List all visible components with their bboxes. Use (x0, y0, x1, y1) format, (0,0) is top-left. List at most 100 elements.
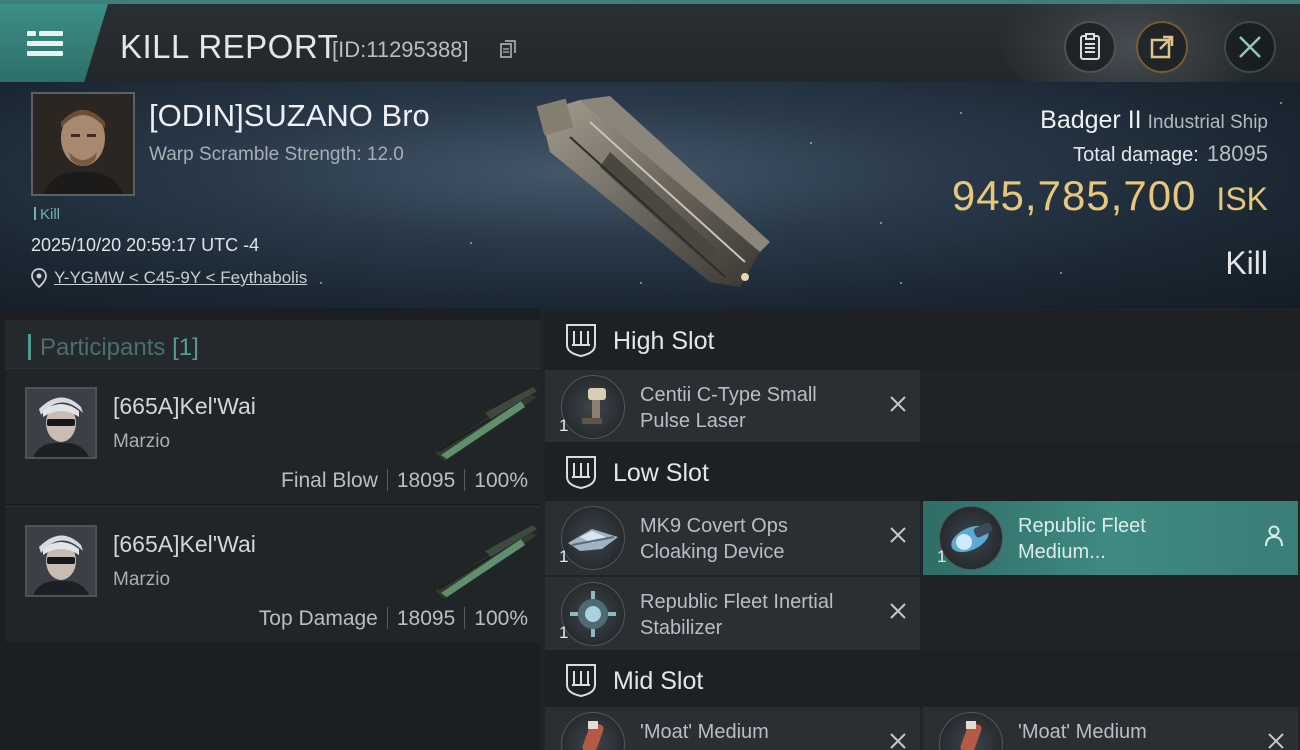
cloaking-device-icon (568, 529, 618, 551)
victim-avatar[interactable] (31, 92, 135, 196)
destroyed-x-icon (890, 603, 906, 619)
module-name: Centii C-Type Small Pulse Laser (640, 384, 817, 432)
participants-label: Participants (40, 334, 166, 361)
participant-damage: 18095 (396, 469, 456, 492)
module-icon (561, 582, 625, 646)
high-slot-icon (566, 324, 596, 357)
hamburger-menu-icon (27, 31, 63, 57)
victim-ship-image[interactable] (520, 82, 780, 308)
module-item[interactable]: 1 'Moat' Medium (923, 707, 1298, 750)
participant-percent: 100% (474, 469, 528, 492)
header-accent-bar (28, 334, 31, 360)
module-item[interactable]: 1 MK9 Covert Ops Cloaking Device (545, 501, 920, 575)
location-pin-icon (31, 268, 47, 288)
fleet-module-icon (951, 522, 993, 553)
participant-role: Final Blow (281, 469, 378, 492)
total-damage: Total damage: 18095 (1073, 141, 1268, 167)
title-bar: KILL REPORT [ID:11295388] (0, 0, 1300, 82)
participant-role: Top Damage (258, 607, 378, 630)
destroyed-x-icon (890, 733, 906, 749)
share-button[interactable] (1136, 21, 1188, 73)
participant-row[interactable]: [665A]Kel'Wai Marzio Top Damage 18095 100% (5, 506, 540, 642)
location-link[interactable]: Y-YGMW < C45-9Y < Feythabolis (54, 268, 307, 288)
close-icon (1239, 36, 1261, 58)
ship-name[interactable]: Badger II (1040, 106, 1141, 134)
module-quantity: 1 (559, 547, 569, 566)
close-button[interactable] (1224, 21, 1276, 73)
destroyed-x-icon (890, 527, 906, 543)
participant-name[interactable]: [665A]Kel'Wai (113, 393, 256, 420)
participant-avatar[interactable] (25, 387, 97, 459)
module-name: Republic Fleet Medium... (1018, 515, 1146, 563)
high-slot-title: High Slot (613, 327, 715, 355)
isk-unit: ISK (1216, 181, 1268, 217)
isk-value: 945,785,700 ISK (952, 172, 1268, 220)
low-slot-title: Low Slot (613, 459, 709, 487)
page-title: KILL REPORT (120, 28, 339, 65)
module-quantity: 1 (559, 416, 569, 435)
module-item[interactable]: 1 'Moat' Medium (545, 707, 920, 750)
participant-avatar[interactable] (25, 525, 97, 597)
total-damage-value: 18095 (1206, 141, 1268, 166)
copy-icon[interactable] (500, 40, 516, 58)
ship-class: Industrial Ship (1147, 112, 1268, 133)
participant-portrait (27, 527, 95, 595)
mid-slot-title: Mid Slot (613, 667, 704, 695)
participant-corp: Marzio (113, 569, 171, 590)
participant-row[interactable]: [665A]Kel'Wai Marzio Final Blow 18095 100% (5, 368, 540, 504)
participant-corp: Marzio (113, 431, 171, 452)
report-result: Kill (1225, 245, 1268, 281)
report-id: [ID:11295388] (332, 37, 469, 62)
participant-damage: 18095 (396, 607, 456, 630)
participant-stats: Top Damage 18095 100% (259, 607, 528, 631)
participants-header: Participants [1] (5, 320, 540, 374)
participant-ship-image[interactable] (425, 521, 540, 601)
module-name: MK9 Covert Ops Cloaking Device (640, 515, 788, 563)
person-icon (1265, 525, 1283, 547)
planet-backdrop (1000, 4, 1260, 82)
participant-name[interactable]: [665A]Kel'Wai (113, 531, 256, 558)
module-icon (939, 712, 1003, 750)
module-icon (561, 712, 625, 750)
low-slot-header: Low Slot (545, 442, 1300, 502)
clipboard-button[interactable] (1064, 21, 1116, 73)
module-item[interactable]: 1 Centii C-Type Small Pulse Laser (545, 370, 920, 444)
victim-name[interactable]: [ODIN]SUZANO Bro (149, 98, 430, 134)
victim-portrait (33, 94, 133, 194)
participant-portrait (27, 389, 95, 457)
kill-tag: Kill (34, 206, 60, 223)
ship-name-line: Badger II Industrial Ship (1040, 106, 1268, 135)
participant-percent: 100% (474, 607, 528, 630)
participant-stats: Final Blow 18095 100% (281, 469, 528, 493)
module-name: Republic Fleet Inertial Stabilizer (640, 591, 834, 639)
share-icon (1150, 35, 1174, 59)
module-quantity: 1 (559, 623, 569, 642)
fitting-panel: High Slot 1 Centii C-Type Small Pulse La… (540, 308, 1300, 750)
module-item[interactable]: 1 Republic Fleet Inertial Stabilizer (545, 577, 920, 651)
participant-ship-image[interactable] (425, 383, 540, 463)
mid-slot-header: Mid Slot (545, 650, 1300, 710)
module-item-dropped[interactable]: 1 Republic Fleet Medium... (923, 501, 1298, 575)
participants-title: Participants [1] (40, 334, 199, 362)
inertial-stabilizer-icon (570, 591, 616, 637)
isk-amount: 945,785,700 (951, 172, 1197, 219)
total-damage-label: Total damage: (1073, 144, 1199, 166)
pulse-laser-icon (582, 388, 606, 424)
destroyed-x-icon (1268, 733, 1284, 749)
module-icon (561, 506, 625, 570)
module-quantity: 1 (937, 547, 947, 566)
menu-button[interactable] (0, 4, 108, 82)
warp-scramble-strength: Warp Scramble Strength: 12.0 (149, 144, 404, 165)
high-slot-header: High Slot (545, 310, 1300, 370)
participants-count: [1] (172, 334, 199, 361)
module-icon (561, 375, 625, 439)
module-name: 'Moat' Medium (640, 721, 769, 743)
moat-module-icon (582, 721, 604, 750)
participants-panel: Participants [1] [665A]Kel'Wai Marzio Fi… (0, 308, 540, 750)
mid-slot-icon (566, 664, 596, 697)
module-name: 'Moat' Medium (1018, 721, 1147, 743)
clipboard-icon (1080, 33, 1100, 60)
kill-datetime: 2025/10/20 20:59:17 UTC -4 (31, 235, 260, 255)
destroyed-x-icon (890, 396, 906, 412)
moat-module-icon (960, 721, 982, 750)
